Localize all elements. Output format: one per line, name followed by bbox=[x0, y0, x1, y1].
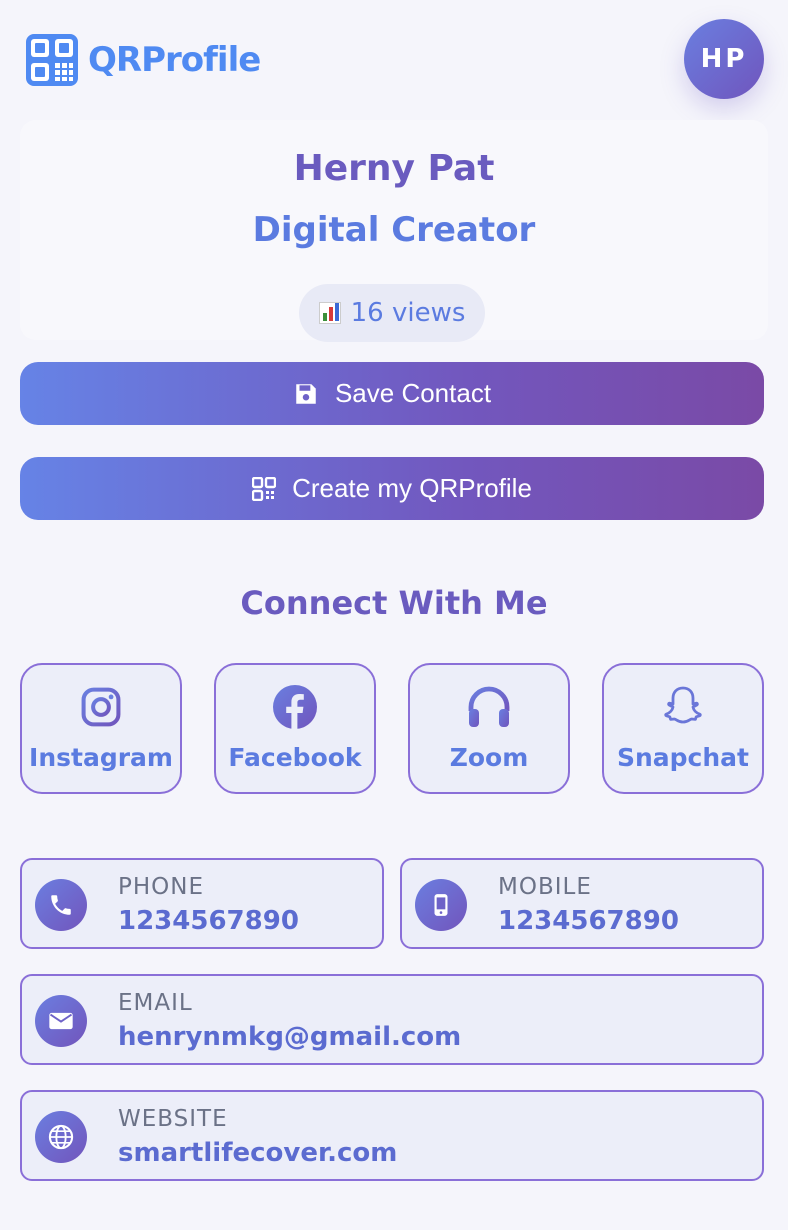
profile-title: Digital Creator bbox=[252, 210, 536, 250]
contact-label: WEBSITE bbox=[118, 1106, 228, 1132]
contact-mobile[interactable]: MOBILE 1234567890 bbox=[400, 858, 764, 949]
social-label: Zoom bbox=[449, 743, 529, 772]
qr-code-icon bbox=[26, 34, 78, 86]
phone-icon bbox=[51, 895, 71, 915]
views-count: 16 views bbox=[350, 298, 466, 328]
social-label: Instagram bbox=[29, 743, 173, 772]
contact-phone[interactable]: PHONE 1234567890 bbox=[20, 858, 384, 949]
globe-icon bbox=[48, 1124, 74, 1150]
save-contact-button[interactable]: Save Contact bbox=[20, 362, 764, 425]
social-label: Snapchat bbox=[616, 743, 749, 772]
create-qrprofile-button[interactable]: Create my QRProfile bbox=[20, 457, 764, 520]
contact-value[interactable]: henrynmkg@gmail.com bbox=[118, 1022, 461, 1052]
logo[interactable]: QRProfile bbox=[24, 32, 261, 88]
social-zoom[interactable]: Zoom bbox=[408, 663, 570, 794]
mobile-icon bbox=[434, 894, 448, 916]
contact-value[interactable]: 1234567890 bbox=[118, 906, 299, 936]
social-label: Facebook bbox=[228, 743, 362, 772]
facebook-icon bbox=[273, 685, 317, 729]
qr-code-icon bbox=[252, 476, 277, 501]
floppy-disk-icon bbox=[296, 383, 316, 404]
social-instagram[interactable]: Instagram bbox=[20, 663, 182, 794]
logo-text: QRProfile bbox=[88, 40, 261, 80]
contact-label: EMAIL bbox=[118, 990, 193, 1016]
connect-heading: Connect With Me bbox=[240, 584, 548, 622]
contact-website[interactable]: WEBSITE smartlifecover.com bbox=[20, 1090, 764, 1181]
profile-name: Herny Pat bbox=[293, 148, 495, 189]
contact-value[interactable]: 1234567890 bbox=[498, 906, 679, 936]
profile-page: QRProfile HP Herny Pat Digital Creator 1… bbox=[0, 0, 788, 1230]
views-badge: 16 views bbox=[299, 284, 485, 342]
envelope-icon bbox=[49, 1012, 73, 1030]
social-facebook[interactable]: Facebook bbox=[214, 663, 376, 794]
contact-email[interactable]: EMAIL henrynmkg@gmail.com bbox=[20, 974, 764, 1065]
headphones-icon bbox=[468, 686, 510, 727]
contact-label: MOBILE bbox=[498, 874, 592, 900]
create-qrprofile-label: Create my QRProfile bbox=[292, 473, 532, 503]
contact-label: PHONE bbox=[118, 874, 205, 900]
bar-chart-icon bbox=[318, 302, 341, 324]
snapchat-icon bbox=[664, 686, 702, 724]
save-contact-label: Save Contact bbox=[334, 378, 492, 408]
contact-value[interactable]: smartlifecover.com bbox=[118, 1138, 397, 1168]
instagram-icon bbox=[81, 687, 121, 727]
social-snapchat[interactable]: Snapchat bbox=[602, 663, 764, 794]
avatar[interactable]: HP bbox=[684, 19, 764, 99]
